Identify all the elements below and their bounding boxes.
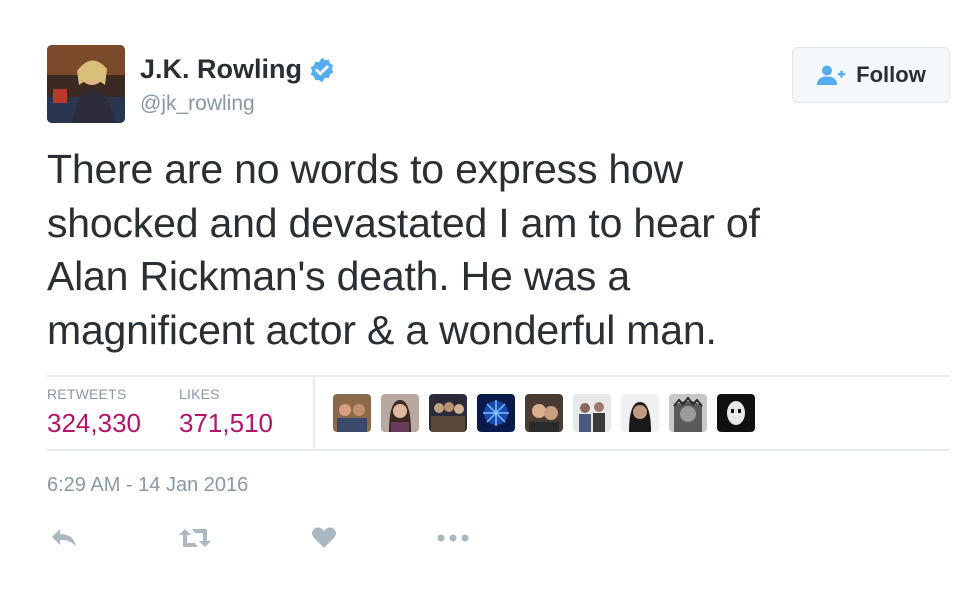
liker-avatar[interactable] bbox=[477, 394, 515, 432]
liker-avatar[interactable] bbox=[381, 394, 419, 432]
liker-avatar[interactable] bbox=[429, 394, 467, 432]
likes-stat[interactable]: LIKES 371,510 bbox=[179, 386, 273, 439]
liker-avatar[interactable] bbox=[669, 394, 707, 432]
more-options-button[interactable] bbox=[437, 523, 469, 553]
liker-avatar[interactable] bbox=[621, 394, 659, 432]
tweet-timestamp[interactable]: 6:29 AM - 14 Jan 2016 bbox=[47, 474, 248, 497]
more-options-icon bbox=[437, 534, 469, 542]
retweet-icon bbox=[179, 529, 211, 547]
tweet-text: There are no words to express how shocke… bbox=[47, 143, 927, 357]
liker-avatar[interactable] bbox=[333, 394, 371, 432]
liker-avatar[interactable] bbox=[717, 394, 755, 432]
retweets-stat[interactable]: RETWEETS 324,330 bbox=[47, 386, 141, 439]
likes-count: 371,510 bbox=[179, 408, 273, 438]
tweet-line: magnificent actor & a wonderful man. bbox=[47, 306, 717, 353]
liker-avatar[interactable] bbox=[573, 394, 611, 432]
author-name-text[interactable]: J.K. Rowling bbox=[140, 54, 302, 85]
follow-button[interactable]: Follow bbox=[792, 47, 950, 103]
reply-icon bbox=[52, 529, 76, 547]
verified-badge-icon bbox=[310, 57, 334, 82]
stats-top-divider bbox=[47, 375, 950, 377]
liker-avatars bbox=[333, 394, 755, 432]
add-person-icon bbox=[817, 65, 846, 85]
follow-button-label: Follow bbox=[856, 62, 926, 87]
like-button[interactable] bbox=[311, 523, 337, 553]
tweet-line: Alan Rickman's death. He was a bbox=[47, 253, 630, 299]
retweet-button[interactable] bbox=[178, 523, 212, 553]
tweet-line: shocked and devastated I am to hear of bbox=[47, 199, 760, 246]
retweets-count: 324,330 bbox=[47, 408, 141, 438]
like-heart-icon bbox=[312, 527, 336, 548]
author-name[interactable]: J.K. Rowling bbox=[140, 54, 336, 85]
liker-avatar[interactable] bbox=[525, 394, 563, 432]
likes-label: LIKES bbox=[179, 386, 220, 402]
reply-button[interactable] bbox=[50, 523, 78, 553]
stats-bottom-divider bbox=[47, 449, 950, 451]
tweet-line: There are no words to express how bbox=[47, 146, 684, 192]
stats-vertical-divider bbox=[313, 377, 315, 449]
retweets-label: RETWEETS bbox=[47, 386, 127, 402]
author-handle[interactable]: @jk_rowling bbox=[140, 92, 255, 116]
author-avatar[interactable] bbox=[47, 45, 125, 123]
